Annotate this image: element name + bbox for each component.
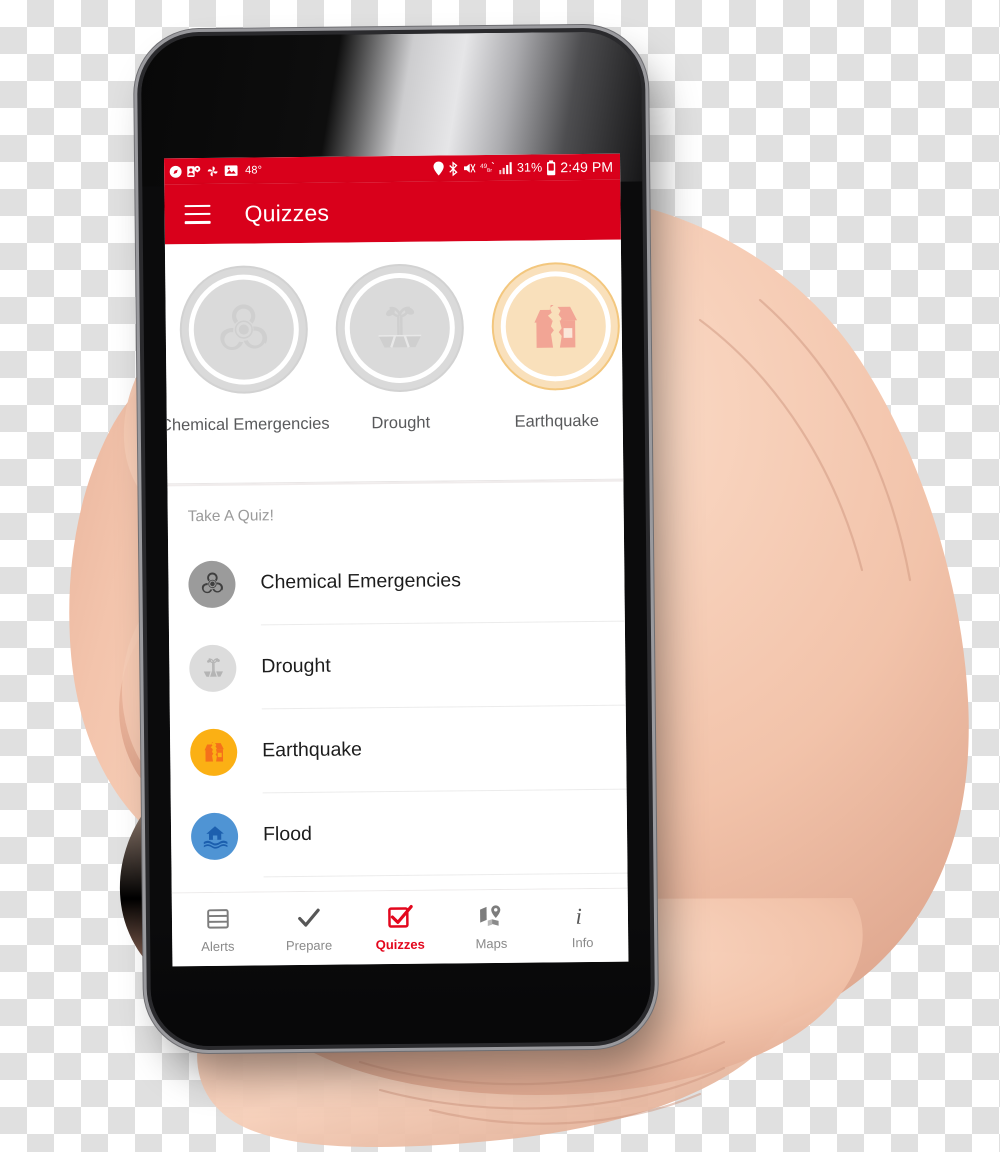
status-temperature: 48° (245, 164, 263, 177)
list-item-row: Chemical Emergencies (260, 537, 625, 626)
nav-item-maps[interactable]: Maps (445, 890, 537, 964)
nav-label: Quizzes (375, 936, 425, 952)
list-item-earthquake[interactable]: Earthquake (170, 705, 627, 795)
badge-label: Chemical Emergencies (164, 414, 330, 435)
photo-icon (224, 165, 238, 177)
checkmark-icon (296, 904, 322, 930)
nav-label: Maps (475, 935, 508, 951)
badge-label: Earthquake (514, 411, 600, 431)
status-bar-left: 48° (169, 164, 262, 178)
info-italic-icon: i (569, 901, 595, 927)
signal-bars-icon (498, 162, 512, 175)
map-pin-icon (478, 902, 504, 928)
nav-label: Alerts (201, 938, 235, 954)
badge-label: Drought (371, 413, 431, 433)
compass-icon (169, 165, 182, 178)
contacts-sync-icon (187, 165, 201, 177)
section-title: Take A Quiz! (187, 507, 275, 526)
biohazard-icon (201, 572, 223, 594)
app-bar: Quizzes (164, 179, 621, 245)
cracked-house-icon (204, 742, 224, 762)
quiz-list-section: Take A Quiz! Chemical Emergencies Drough… (167, 479, 628, 893)
list-item-row: Drought (260, 621, 626, 710)
list-item-row: Earthquake (261, 705, 627, 794)
badge-disc (491, 261, 621, 391)
badge-disc (335, 263, 465, 393)
quiz-icon-circle (190, 812, 239, 860)
cracked-house-icon (534, 305, 578, 348)
list-item-flood[interactable]: Flood (171, 789, 628, 879)
nav-label: Prepare (285, 937, 333, 953)
list-item-drought[interactable]: Drought (169, 621, 626, 711)
quiz-icon-circle (188, 560, 236, 608)
image-canvas: 48° 49 Br 31% 2:49 PM Quizzes Chemical E… (0, 0, 1000, 1152)
wilting-plant-icon (203, 658, 223, 677)
badge-carousel[interactable]: Chemical Emergencies Drought Earthquake (164, 239, 624, 485)
biohazard-icon (220, 304, 268, 351)
vibrate-mute-icon (463, 163, 476, 173)
hamburger-menu-icon[interactable] (184, 204, 211, 224)
bottom-navigation: Alerts Prepare Quizzes Maps i Info (171, 887, 629, 967)
wilting-plant-icon (378, 306, 422, 348)
flood-house-icon (203, 826, 227, 849)
nav-item-quizzes[interactable]: Quizzes (354, 891, 446, 965)
location-pin-icon (433, 161, 444, 176)
bluetooth-icon (449, 160, 458, 176)
nav-item-prepare[interactable]: Prepare (263, 891, 355, 965)
quiz-icon-circle (189, 644, 237, 692)
list-item-label: Drought (261, 654, 331, 678)
nav-label: Info (571, 934, 594, 950)
status-clock: 2:49 PM (560, 158, 614, 176)
svg-text:i: i (576, 903, 583, 927)
list-item-chemical-emergencies[interactable]: Chemical Emergencies (168, 537, 625, 627)
list-item-row: Flood (262, 789, 628, 878)
phone-device: 48° 49 Br 31% 2:49 PM Quizzes Chemical E… (140, 31, 652, 1047)
list-item-label: Flood (262, 822, 312, 846)
badge-chemical-emergencies[interactable]: Chemical Emergencies (165, 264, 330, 436)
phone-screen: 48° 49 Br 31% 2:49 PM Quizzes Chemical E… (164, 153, 629, 967)
list-item-label: Chemical Emergencies (260, 569, 462, 594)
status-bar-right: 49 Br 31% 2:49 PM (433, 159, 613, 177)
battery-percent: 31% (516, 160, 543, 175)
page-title: Quizzes (244, 199, 330, 227)
svg-text:Br: Br (487, 168, 492, 174)
battery-icon (547, 159, 556, 175)
badge-earthquake[interactable]: Earthquake (477, 261, 623, 433)
list-alerts-icon (204, 905, 230, 931)
pinwheel-icon (207, 166, 218, 176)
quiz-icon-circle (189, 728, 238, 776)
badge-drought[interactable]: Drought (321, 263, 479, 434)
list-item-label: Earthquake (262, 738, 363, 762)
badge-disc (179, 264, 309, 395)
nav-item-info[interactable]: i Info (536, 889, 628, 963)
data-saver-icon: 49 Br (480, 161, 494, 174)
checkbox-checked-icon (387, 903, 413, 929)
nav-item-alerts[interactable]: Alerts (172, 892, 264, 966)
